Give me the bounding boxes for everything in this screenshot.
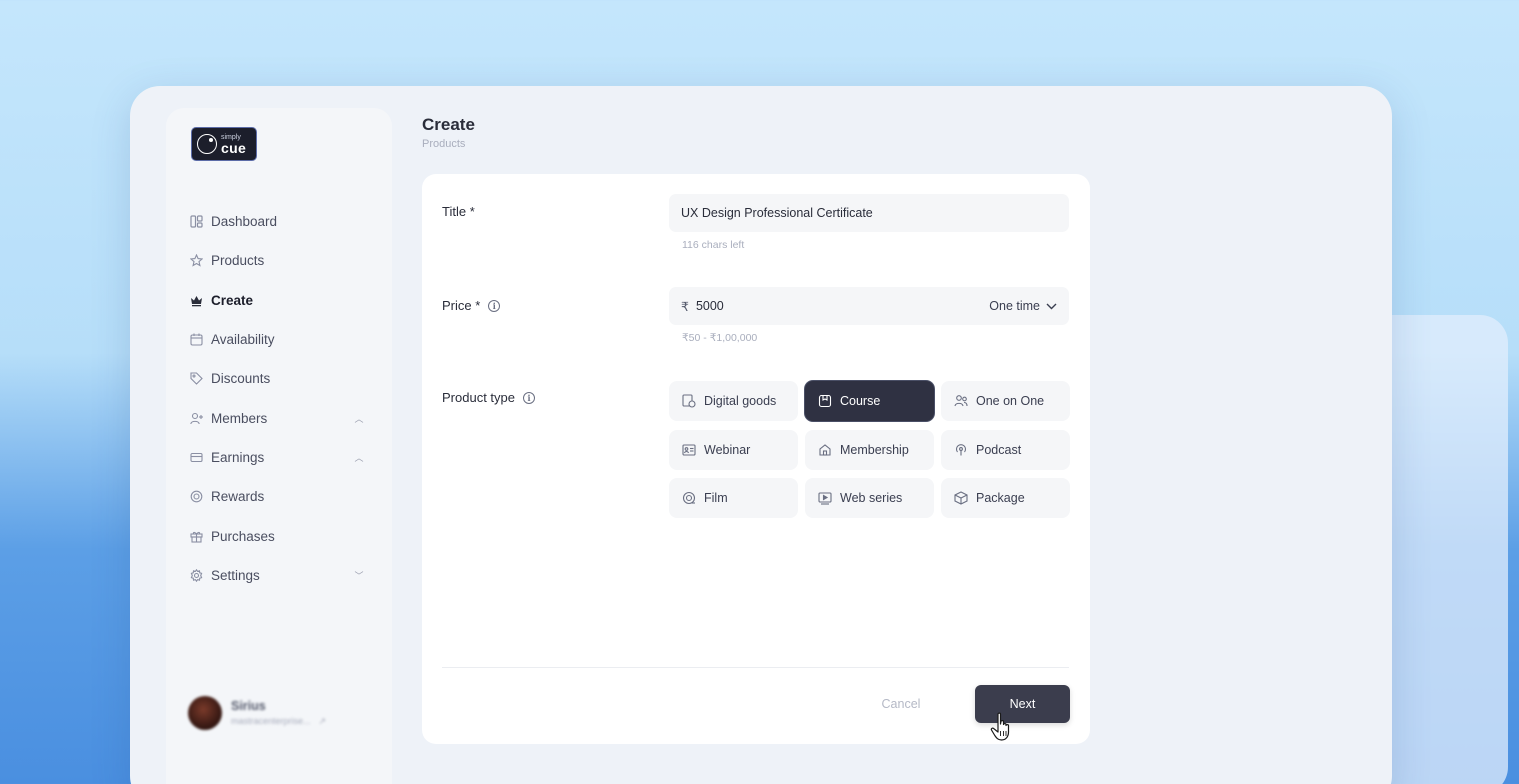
digital-goods-icon xyxy=(682,394,696,408)
dashboard-icon xyxy=(190,215,203,228)
web-series-icon xyxy=(818,491,832,505)
user-profile[interactable]: Sirius mastracenterprise... ↗ xyxy=(188,696,326,730)
star-icon xyxy=(190,254,203,268)
calendar-icon xyxy=(190,333,203,346)
price-label-text: Price * xyxy=(442,298,481,313)
price-label: Price * i xyxy=(442,298,501,313)
sidebar-item-label: Availability xyxy=(211,332,275,348)
product-type-label: Membership xyxy=(840,442,909,457)
sidebar-item-discounts[interactable]: Discounts xyxy=(190,359,365,398)
sidebar-item-label: Purchases xyxy=(211,528,275,544)
sidebar-item-products[interactable]: Products xyxy=(190,241,365,280)
sidebar-item-rewards[interactable]: Rewards xyxy=(190,477,365,516)
gear-icon xyxy=(190,568,203,582)
reward-icon xyxy=(190,490,203,503)
chevron-up-icon[interactable]: ︿ xyxy=(353,451,365,464)
form-divider xyxy=(442,667,1069,668)
film-icon xyxy=(682,491,696,505)
title-label-text: Title * xyxy=(442,204,475,219)
price-input[interactable]: ₹ 5000 One time xyxy=(669,287,1069,325)
product-type-package[interactable]: Package xyxy=(941,478,1070,518)
title-label: Title * xyxy=(442,204,475,219)
title-char-count: 116 chars left xyxy=(682,239,745,251)
sidebar-item-label: Discounts xyxy=(211,371,271,387)
info-icon[interactable]: i xyxy=(488,299,501,312)
cancel-button[interactable]: Cancel xyxy=(862,686,940,722)
info-icon[interactable]: i xyxy=(523,391,535,404)
user-add-icon xyxy=(190,412,203,425)
card-icon xyxy=(190,451,203,464)
package-icon xyxy=(954,491,968,505)
sidebar-item-label: Rewards xyxy=(211,489,265,505)
title-input[interactable]: UX Design Professional Certificate xyxy=(669,194,1069,232)
product-type-podcast[interactable]: Podcast xyxy=(941,429,1070,470)
sidebar-item-availability[interactable]: Availability xyxy=(190,320,365,359)
product-type-label: Product type i xyxy=(442,390,535,405)
sidebar-item-label: Settings xyxy=(211,567,260,583)
webinar-icon xyxy=(682,443,696,457)
product-type-film[interactable]: Film xyxy=(669,478,798,518)
currency-symbol: ₹ xyxy=(681,299,689,314)
title-value: UX Design Professional Certificate xyxy=(681,206,873,220)
logo-mark-icon xyxy=(197,134,217,154)
product-type-label-text: Product type xyxy=(442,390,515,405)
sidebar-item-members[interactable]: Members ︿ xyxy=(190,398,365,437)
product-type-grid: Digital goods Course One on One Webinar xyxy=(669,381,1070,518)
sidebar-item-earnings[interactable]: Earnings ︿ xyxy=(190,438,365,477)
product-type-label: One on One xyxy=(976,394,1045,408)
frequency-select[interactable]: One time xyxy=(989,299,1057,313)
product-type-one-on-one[interactable]: One on One xyxy=(941,381,1070,421)
chevron-up-icon[interactable]: ︿ xyxy=(353,412,365,425)
breadcrumb[interactable]: Products xyxy=(422,138,465,150)
price-range-hint: ₹50 - ₹1,00,000 xyxy=(682,332,758,344)
product-type-label: Package xyxy=(976,491,1025,505)
frequency-value: One time xyxy=(989,299,1040,313)
product-type-webinar[interactable]: Webinar xyxy=(669,429,798,470)
sidebar-item-label: Members xyxy=(211,410,268,426)
product-type-label: Webinar xyxy=(704,442,751,457)
sidebar-item-purchases[interactable]: Purchases xyxy=(190,516,365,555)
external-link-icon[interactable]: ↗ xyxy=(319,716,327,727)
sidebar: simply cue Dashboard Products Create Ava… xyxy=(166,108,392,784)
product-type-label: Podcast xyxy=(976,442,1022,457)
sidebar-item-label: Earnings xyxy=(211,449,265,465)
sidebar-item-create[interactable]: Create xyxy=(190,281,365,320)
course-icon xyxy=(818,394,832,408)
hand-cursor-icon xyxy=(990,712,1010,741)
app-window: simply cue Dashboard Products Create Ava… xyxy=(130,86,1392,784)
price-value: 5000 xyxy=(695,299,724,313)
chevron-down-icon xyxy=(1046,303,1057,309)
product-type-course[interactable]: Course xyxy=(805,381,934,421)
brand-name: cue xyxy=(221,139,247,156)
product-type-label: Course xyxy=(840,394,881,408)
sidebar-item-label: Create xyxy=(211,292,254,308)
sidebar-item-label: Dashboard xyxy=(211,214,278,230)
user-email: mastracenterprise... xyxy=(231,716,311,726)
user-name: Sirius xyxy=(231,699,266,713)
page-title: Create xyxy=(422,115,475,134)
product-type-membership[interactable]: Membership xyxy=(805,429,934,470)
product-type-label: Digital goods xyxy=(704,394,777,408)
one-on-one-icon xyxy=(954,394,968,408)
membership-icon xyxy=(818,443,832,457)
product-type-digital-goods[interactable]: Digital goods xyxy=(669,381,798,421)
chevron-down-icon[interactable]: ﹀ xyxy=(353,569,365,582)
crown-icon xyxy=(190,294,203,307)
brand-logo[interactable]: simply cue xyxy=(191,127,257,161)
create-product-form: Title * UX Design Professional Certifica… xyxy=(422,174,1090,744)
product-type-label: Web series xyxy=(840,491,903,505)
avatar xyxy=(188,696,222,730)
product-type-web-series[interactable]: Web series xyxy=(805,478,934,518)
gift-icon xyxy=(190,530,203,543)
sidebar-item-settings[interactable]: Settings ﹀ xyxy=(190,556,365,595)
sidebar-nav: Dashboard Products Create Availability D… xyxy=(190,202,365,595)
product-type-label: Film xyxy=(704,491,728,505)
sidebar-item-label: Products xyxy=(211,253,265,269)
tag-icon xyxy=(190,372,203,386)
podcast-icon xyxy=(954,443,968,457)
sidebar-item-dashboard[interactable]: Dashboard xyxy=(190,202,365,241)
